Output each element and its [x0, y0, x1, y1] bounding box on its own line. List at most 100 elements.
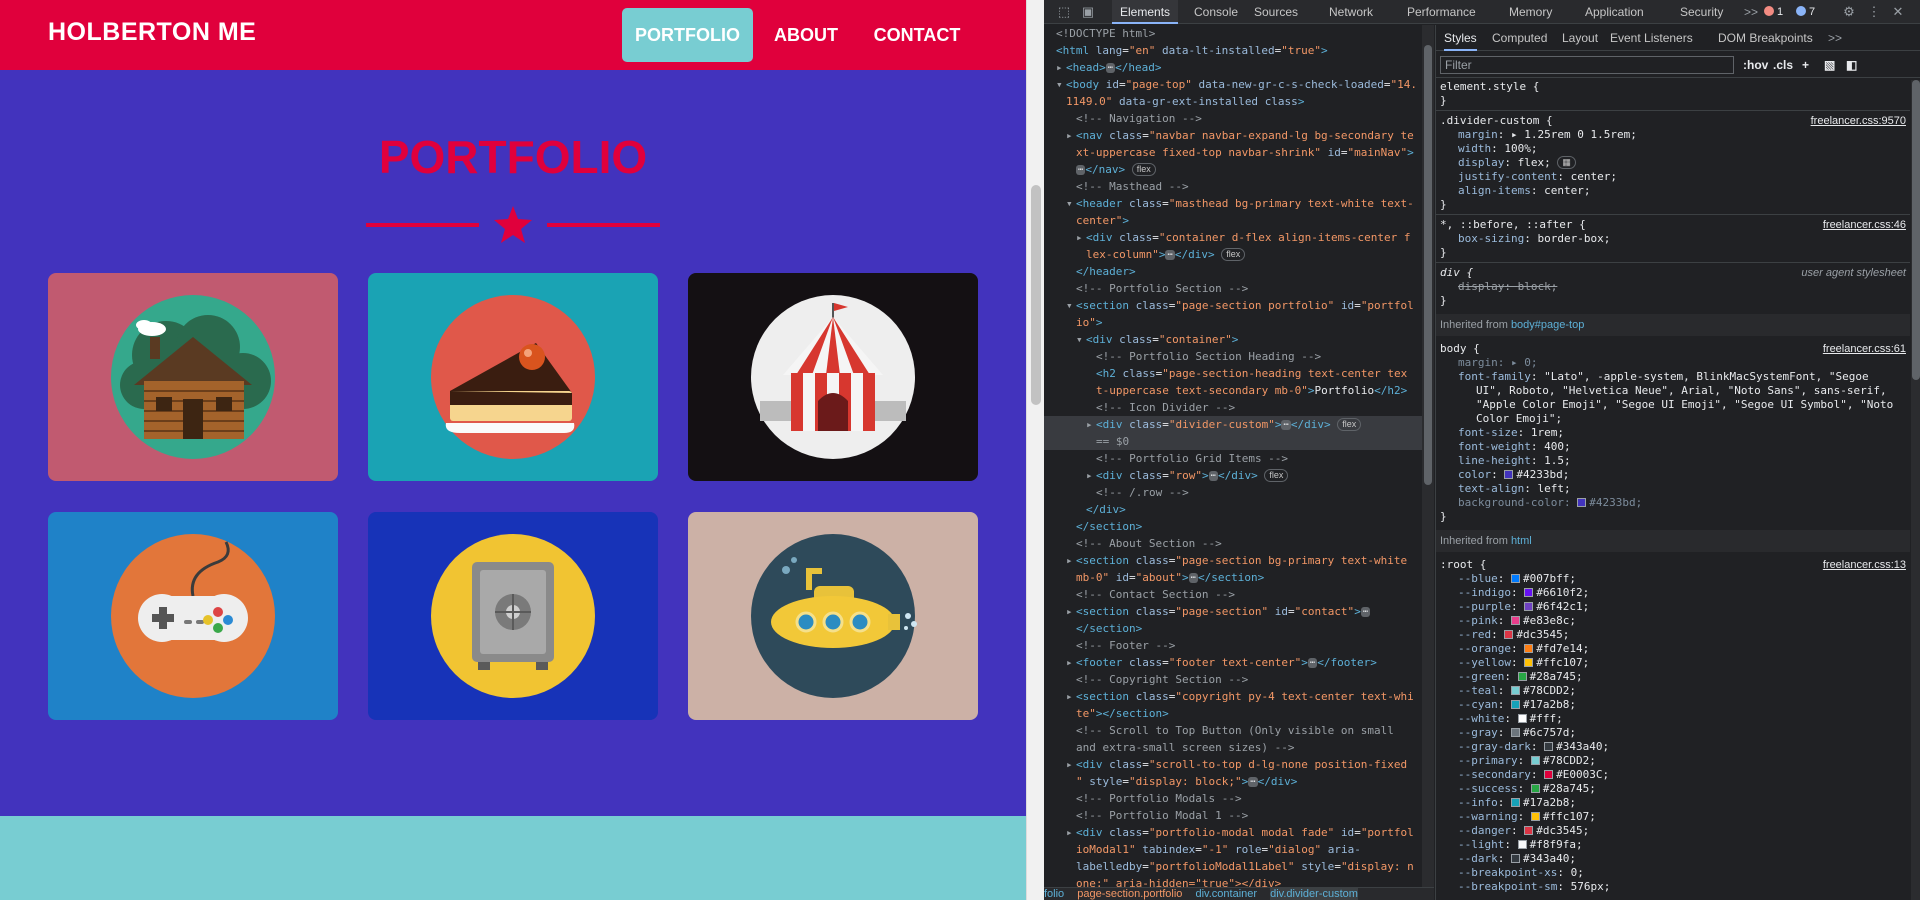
- style-prop[interactable]: width: 100%;: [1440, 142, 1910, 156]
- css-variable[interactable]: --gray-dark: #343a40;: [1440, 740, 1910, 754]
- tab-memory[interactable]: Memory: [1509, 0, 1552, 24]
- dom-line-section-close[interactable]: </section>: [1044, 518, 1422, 535]
- css-variable[interactable]: --orange: #fd7e14;: [1440, 642, 1910, 656]
- computed-sidebar-icon[interactable]: ◧: [1846, 56, 1857, 74]
- dom-line-html[interactable]: <html lang="en" data-lt-installed="true"…: [1044, 42, 1422, 59]
- dom-comment-scroll-top-cont[interactable]: and extra-small screen sizes) -->: [1044, 739, 1422, 756]
- dom-line-header-cont[interactable]: center">: [1044, 212, 1422, 229]
- dom-comment-row-end[interactable]: <!-- /.row -->: [1044, 484, 1422, 501]
- dom-line-h2-cont[interactable]: t-uppercase text-secondary mb-0">Portfol…: [1044, 382, 1422, 399]
- tab-sources[interactable]: Sources: [1254, 0, 1298, 24]
- css-variable[interactable]: --red: #dc3545;: [1440, 628, 1910, 642]
- style-prop-inactive[interactable]: background-color: #4233bd;: [1440, 496, 1910, 510]
- css-variable[interactable]: --gray: #6c757d;: [1440, 726, 1910, 740]
- color-swatch[interactable]: [1544, 742, 1554, 751]
- dom-line-scroll-top[interactable]: ▸ <div class="scroll-to-top d-lg-none pos…: [1044, 756, 1422, 773]
- issues-count-badge[interactable]: 7: [1796, 5, 1815, 19]
- color-swatch[interactable]: [1524, 644, 1534, 653]
- color-swatch[interactable]: [1511, 700, 1520, 709]
- dom-comment-footer[interactable]: <!-- Footer -->: [1044, 637, 1422, 654]
- dom-line-nav[interactable]: ▸ <nav class="navbar navbar-expand-lg bg-…: [1044, 127, 1422, 144]
- color-swatch[interactable]: [1524, 658, 1534, 667]
- source-link[interactable]: freelancer.css:46: [1823, 218, 1906, 232]
- dom-line-header-div-cont[interactable]: lex-column"> ⋯ </div> flex: [1044, 246, 1422, 263]
- style-prop[interactable]: text-align: left;: [1440, 482, 1910, 496]
- css-variable[interactable]: --yellow: #ffc107;: [1440, 656, 1910, 670]
- color-swatch[interactable]: [1511, 728, 1520, 737]
- class-toggle[interactable]: .cls: [1773, 56, 1793, 74]
- css-variable[interactable]: --green: #28a745;: [1440, 670, 1910, 684]
- hover-state-toggle[interactable]: :hov: [1743, 56, 1768, 74]
- dom-line-section-about[interactable]: ▸ <section class="page-section bg-primary…: [1044, 552, 1422, 569]
- nav-link-about[interactable]: ABOUT: [768, 8, 844, 62]
- css-variable[interactable]: --success: #28a745;: [1440, 782, 1910, 796]
- element-style-rule[interactable]: element.style {: [1440, 80, 1910, 94]
- body-rule-selector[interactable]: body {freelancer.css:61: [1440, 342, 1910, 356]
- portfolio-item-cabin[interactable]: [48, 273, 338, 481]
- css-variable[interactable]: --indigo: #6610f2;: [1440, 586, 1910, 600]
- error-count-badge[interactable]: 1: [1764, 5, 1783, 19]
- more-options-icon[interactable]: ⋮: [1866, 4, 1882, 20]
- style-prop[interactable]: font-size: 1rem;: [1440, 426, 1910, 440]
- css-variable[interactable]: --cyan: #17a2b8;: [1440, 698, 1910, 712]
- tab-network[interactable]: Network: [1329, 0, 1373, 24]
- style-prop[interactable]: font-family: "Lato", -apple-system, Blin…: [1440, 370, 1910, 384]
- breadcrumb-item[interactable]: folio: [1044, 888, 1064, 900]
- css-variable[interactable]: --danger: #dc3545;: [1440, 824, 1910, 838]
- dom-line-footer[interactable]: ▸ <footer class="footer text-center"> ⋯ </f…: [1044, 654, 1422, 671]
- dom-tree-scrollbar-thumb[interactable]: [1424, 45, 1432, 485]
- color-swatch[interactable]: [1511, 574, 1520, 583]
- dom-line-header-div[interactable]: ▸ <div class="container d-flex align-item…: [1044, 229, 1422, 246]
- dom-line-section-copyright[interactable]: ▸ <section class="copyright py-4 text-cen…: [1044, 688, 1422, 705]
- color-swatch[interactable]: [1530, 784, 1540, 793]
- inherited-body-link[interactable]: body#page-top: [1511, 319, 1584, 331]
- css-variable[interactable]: --primary: #78CDD2;: [1440, 754, 1910, 768]
- style-prop[interactable]: justify-content: center;: [1440, 170, 1910, 184]
- tab-event-listeners[interactable]: Event Listeners: [1610, 25, 1693, 51]
- css-variable[interactable]: --pink: #e83e8c;: [1440, 614, 1910, 628]
- settings-gear-icon[interactable]: ⚙: [1841, 4, 1857, 20]
- style-prop[interactable]: align-items: center;: [1440, 184, 1910, 198]
- style-prop[interactable]: line-height: 1.5;: [1440, 454, 1910, 468]
- source-link[interactable]: freelancer.css:9570: [1811, 114, 1906, 128]
- source-link[interactable]: freelancer.css:61: [1823, 342, 1906, 356]
- dom-comment-heading[interactable]: <!-- Portfolio Section Heading -->: [1044, 348, 1422, 365]
- close-devtools-icon[interactable]: ✕: [1890, 4, 1906, 20]
- css-variable[interactable]: --light: #f8f9fa;: [1440, 838, 1910, 852]
- dom-line-header-close[interactable]: </header>: [1044, 263, 1422, 280]
- style-prop[interactable]: color: #4233bd;: [1440, 468, 1910, 482]
- css-variable[interactable]: --purple: #6f42c1;: [1440, 600, 1910, 614]
- dom-line-container[interactable]: ▾ <div class="container">: [1044, 331, 1422, 348]
- dom-line-body-cont[interactable]: 1149.0" data-gr-ext-installed class>: [1044, 93, 1422, 110]
- styles-scrollbar[interactable]: [1911, 80, 1920, 900]
- color-swatch[interactable]: [1524, 826, 1534, 835]
- color-swatch[interactable]: [1504, 630, 1514, 639]
- color-swatch[interactable]: [1544, 770, 1554, 779]
- css-variable[interactable]: --secondary: #E0003C;: [1440, 768, 1910, 782]
- color-swatch[interactable]: [1511, 616, 1520, 625]
- css-variable[interactable]: --info: #17a2b8;: [1440, 796, 1910, 810]
- portfolio-item-game-controller[interactable]: [48, 512, 338, 720]
- dom-line-divider-custom-selected[interactable]: ▸ <div class="divider-custom"> ⋯ </div> fle…: [1044, 416, 1422, 433]
- color-swatch[interactable]: [1530, 756, 1540, 765]
- dom-line-section-contact[interactable]: ▸ <section class="page-section" id="conta…: [1044, 603, 1422, 620]
- dom-tree[interactable]: <!DOCTYPE html> <html lang="en" data-lt-…: [1044, 25, 1422, 890]
- source-link[interactable]: freelancer.css:13: [1823, 558, 1906, 572]
- dom-line-head[interactable]: ▸ <head> ⋯ </head>: [1044, 59, 1422, 76]
- color-swatch[interactable]: [1517, 672, 1527, 681]
- css-variable[interactable]: --teal: #78CDD2;: [1440, 684, 1910, 698]
- dom-line-scroll-top-cont[interactable]: " style="display: block;"> ⋯ </div>: [1044, 773, 1422, 790]
- style-prop[interactable]: display: flex; ▦: [1440, 156, 1910, 170]
- dom-line-container-close[interactable]: </div>: [1044, 501, 1422, 518]
- dom-line-body[interactable]: ▾ <body id="page-top" data-new-gr-c-s-che…: [1044, 76, 1422, 93]
- device-toolbar-icon[interactable]: ▣: [1080, 4, 1096, 20]
- toggle-element-state-icon[interactable]: ▧: [1824, 56, 1835, 74]
- dom-comment-about[interactable]: <!-- About Section -->: [1044, 535, 1422, 552]
- flexbox-editor-icon[interactable]: ▦: [1557, 156, 1576, 169]
- dom-line-doctype[interactable]: <!DOCTYPE html>: [1044, 25, 1422, 42]
- dom-line-h2[interactable]: <h2 class="page-section-heading text-cen…: [1044, 365, 1422, 382]
- tab-performance[interactable]: Performance: [1407, 0, 1476, 24]
- portfolio-item-submarine[interactable]: [688, 512, 978, 720]
- color-swatch[interactable]: [1511, 686, 1520, 695]
- dom-line-nav-cont[interactable]: xt-uppercase fixed-top navbar-shrink" id…: [1044, 144, 1422, 161]
